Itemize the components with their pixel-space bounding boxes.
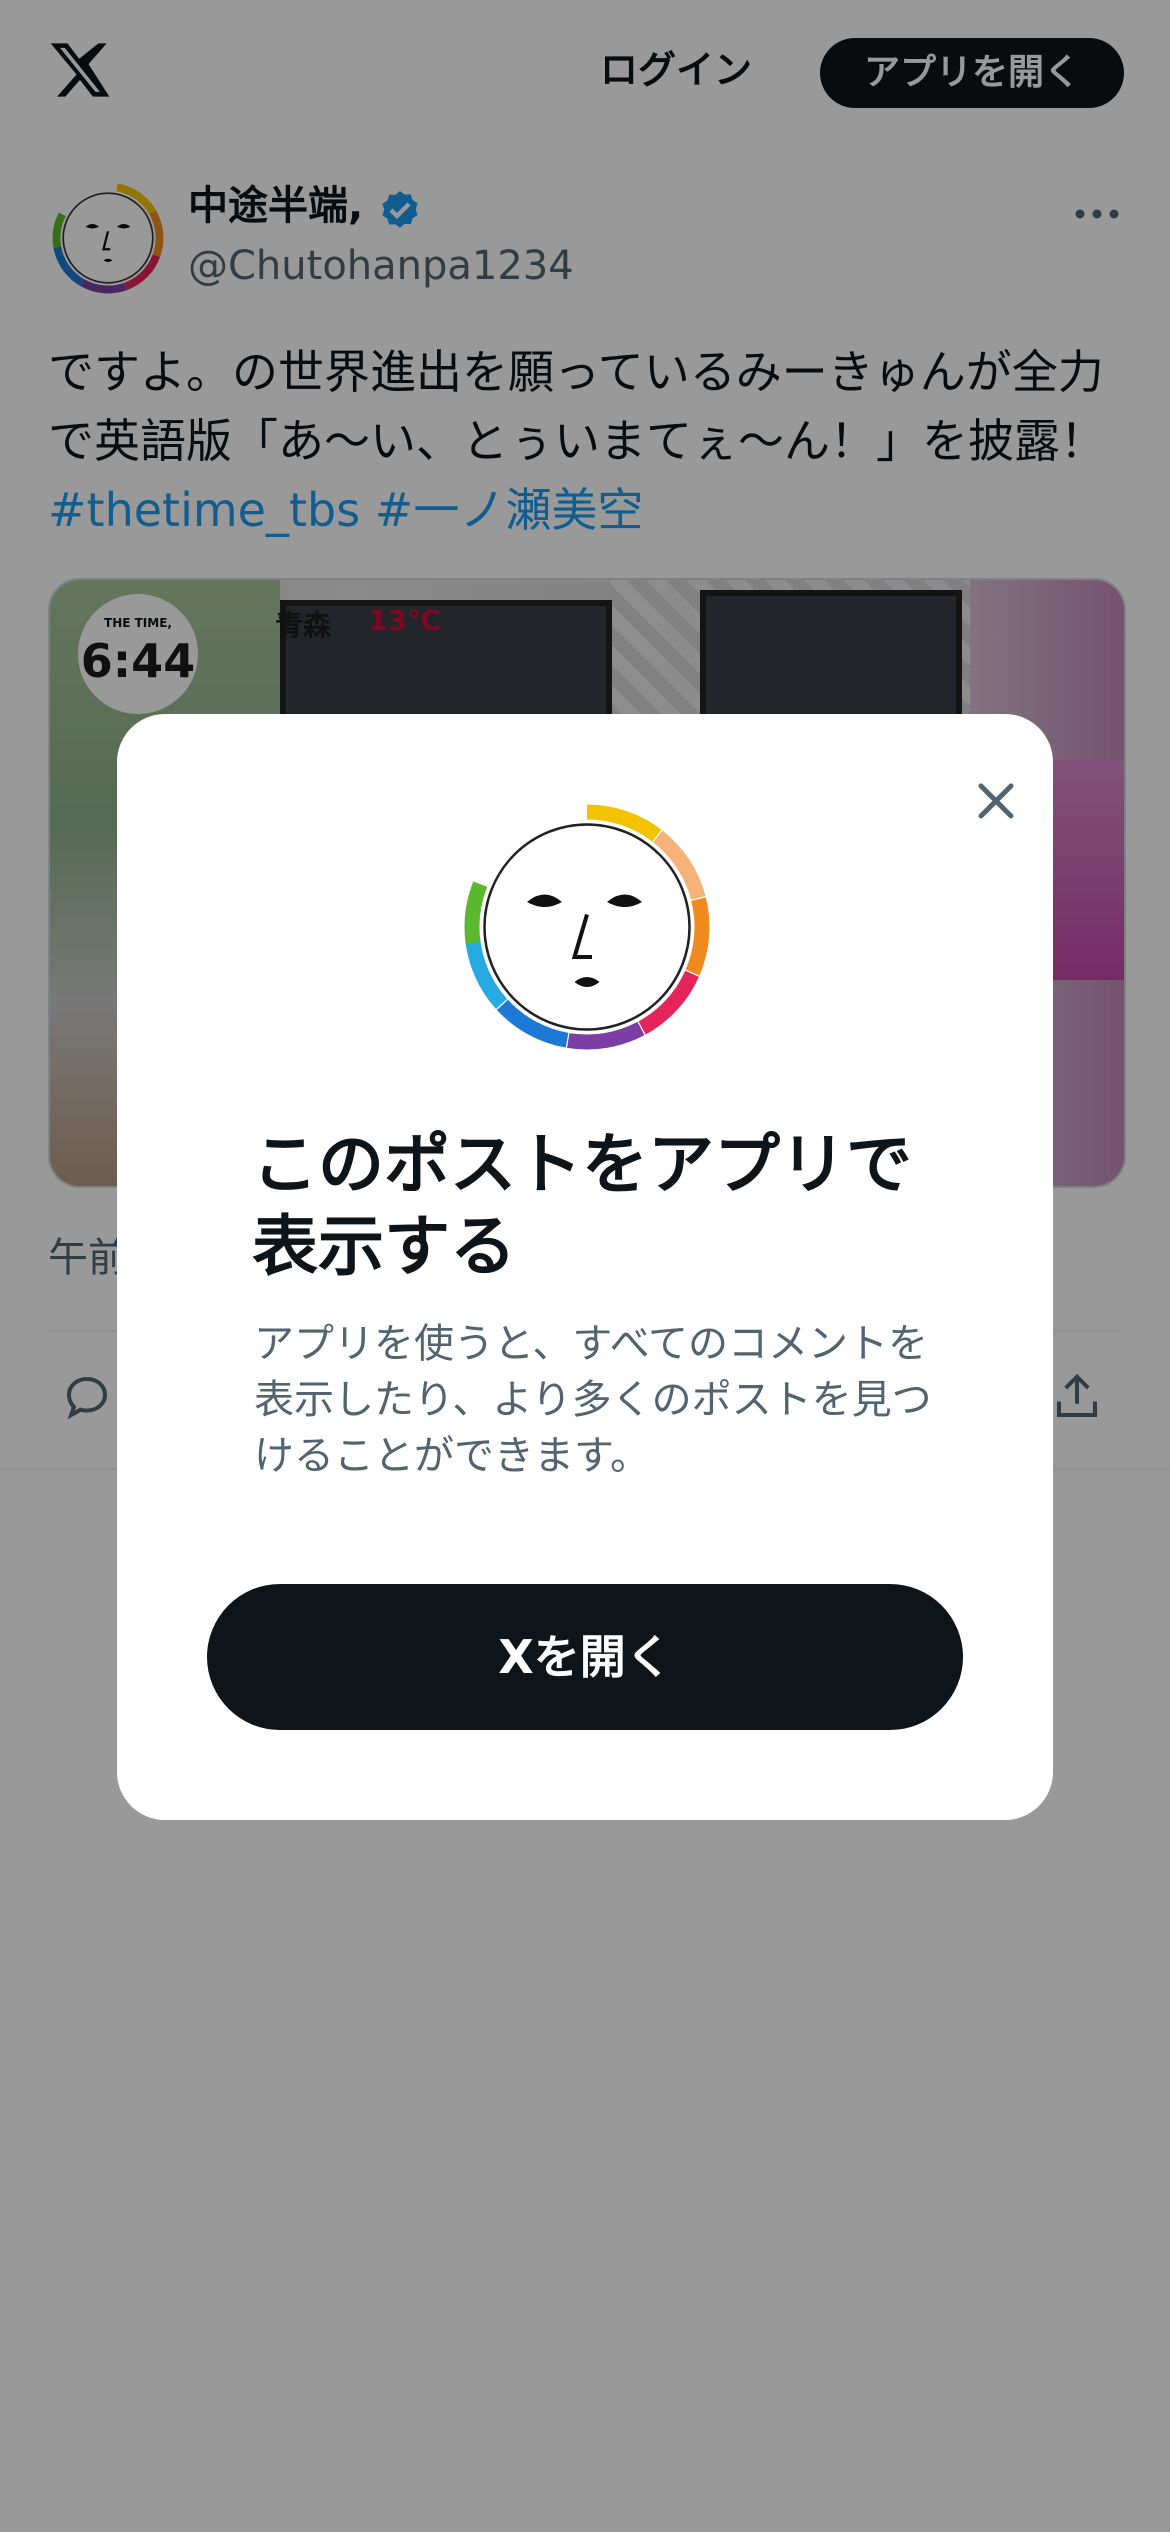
modal-title: このポストをアプリで表示する — [252, 1126, 912, 1285]
open-x-button[interactable]: Xを開く — [207, 1584, 963, 1730]
open-in-app-modal: このポストをアプリで表示する アプリを使うと、すべてのコメントを表示したり、より… — [117, 714, 1053, 1820]
close-icon[interactable] — [949, 754, 1043, 848]
page: ログイン アプリを開く 中途半端, @Chutohanpa1234 ですよ。の世… — [0, 0, 1170, 2532]
face-logo-icon — [464, 804, 710, 1050]
modal-description: アプリを使うと、すべてのコメントを表示したり、より多くのポストを見つけることがで… — [254, 1321, 932, 1479]
